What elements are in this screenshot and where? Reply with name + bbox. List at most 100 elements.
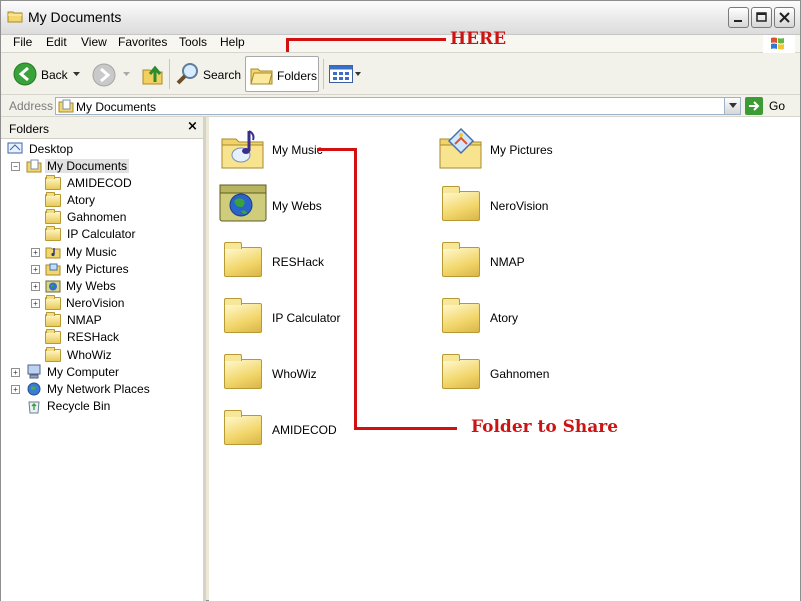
item-label: IP Calculator — [272, 311, 341, 325]
folder-item-my-webs[interactable]: My Webs — [219, 181, 419, 229]
folder-item-ip-calculator[interactable]: IP Calculator — [219, 293, 419, 341]
tree-item-label: Gahnomen — [67, 210, 127, 224]
music-folder-icon — [221, 130, 264, 169]
folder-icon — [442, 354, 480, 389]
go-button[interactable]: Go — [745, 97, 795, 115]
search-label: Search — [203, 68, 242, 82]
windows-logo — [763, 35, 795, 53]
tree-item-label: My Computer — [47, 365, 120, 379]
menu-tools-label: Tools — [179, 35, 208, 49]
webs-folder-icon — [45, 280, 61, 293]
address-bar: Address My Documents Go — [1, 95, 800, 117]
here-pointer-line — [286, 38, 446, 41]
share-pointer-line — [354, 427, 457, 430]
expand-icon[interactable]: + — [31, 299, 40, 308]
desktop-icon — [7, 142, 23, 154]
menu-edit[interactable]: Edit — [46, 35, 67, 51]
folder-item-reshack[interactable]: RESHack — [219, 237, 419, 285]
back-arrow-icon — [13, 62, 37, 86]
forward-button[interactable] — [91, 56, 135, 92]
my-documents-icon — [26, 159, 42, 173]
webs-folder-icon — [219, 184, 267, 222]
my-computer-icon — [27, 364, 41, 379]
close-button[interactable] — [774, 7, 795, 28]
up-folder-button[interactable] — [139, 56, 165, 92]
folder-icon — [442, 242, 480, 277]
minimize-icon — [734, 20, 742, 22]
menu-help-label: Help — [220, 35, 245, 49]
network-places-icon — [27, 382, 41, 396]
folder-icon — [224, 298, 262, 333]
tree-item-label: My Pictures — [66, 262, 129, 276]
menu-tools[interactable]: Tools — [179, 35, 207, 51]
address-input[interactable]: My Documents — [55, 97, 741, 115]
folders-pane-title: Folders — [9, 122, 50, 136]
tree-item-label: WhoWiz — [67, 348, 112, 362]
folder-item-nmap[interactable]: NMAP — [437, 237, 637, 285]
item-label: WhoWiz — [272, 367, 317, 381]
close-icon — [779, 12, 790, 23]
folder-icon — [45, 175, 61, 190]
tree-item-label: NeroVision — [66, 296, 125, 310]
address-dropdown-button[interactable] — [724, 98, 740, 114]
item-label: Gahnomen — [490, 367, 550, 381]
maximize-icon — [756, 12, 767, 22]
chevron-down-icon — [123, 72, 130, 76]
explorer-window: My Documents File Edit View Favorites To… — [0, 0, 801, 601]
tree-item-label: AMIDECOD — [67, 176, 132, 190]
tree-item-label: My Network Places — [47, 382, 150, 396]
go-arrow-icon — [745, 97, 763, 115]
tree-item-label: My Music — [66, 245, 117, 259]
menu-favorites[interactable]: Favorites — [118, 35, 167, 51]
maximize-button[interactable] — [751, 7, 772, 28]
folder-item-gahnomen[interactable]: Gahnomen — [437, 349, 637, 397]
expand-icon[interactable]: + — [11, 368, 20, 377]
menu-view[interactable]: View — [81, 35, 107, 51]
folder-icon — [442, 186, 480, 221]
address-value: My Documents — [76, 100, 157, 114]
folders-pane-header: Folders × — [1, 117, 203, 139]
folder-icon — [45, 226, 61, 241]
folder-icon — [45, 312, 61, 327]
tree-item-label: NMAP — [67, 313, 102, 327]
expand-icon[interactable]: + — [31, 248, 40, 257]
chevron-down-icon — [355, 72, 361, 76]
menu-file[interactable]: File — [13, 35, 32, 51]
tree-item-label: Recycle Bin — [47, 399, 111, 413]
share-pointer-line — [317, 148, 356, 151]
expand-icon[interactable]: + — [31, 265, 40, 274]
folders-button[interactable]: Folders — [245, 56, 319, 92]
folder-item-my-pictures[interactable]: My Pictures — [437, 125, 637, 173]
content-pane: My Music My Pictures My Webs NeroVision … — [209, 117, 800, 601]
minimize-button[interactable] — [728, 7, 749, 28]
folder-icon — [45, 295, 61, 310]
collapse-icon[interactable]: − — [11, 162, 20, 171]
forward-arrow-icon — [92, 63, 116, 87]
item-label: My Webs — [272, 199, 322, 213]
folders-pane-close-button[interactable]: × — [187, 119, 198, 134]
folder-icon — [45, 329, 61, 344]
folder-item-atory[interactable]: Atory — [437, 293, 637, 341]
folder-icon — [224, 354, 262, 389]
share-pointer-line — [354, 148, 357, 430]
item-label: NMAP — [490, 255, 525, 269]
back-button[interactable]: Back — [11, 56, 83, 92]
folders-label: Folders — [277, 69, 318, 83]
window-title: My Documents — [28, 9, 122, 25]
standard-toolbar: Back Search Folders — [1, 53, 800, 95]
menu-help[interactable]: Help — [220, 35, 245, 51]
tree-item-label: My Documents — [45, 159, 130, 173]
item-label: RESHack — [272, 255, 325, 269]
search-button[interactable]: Search — [175, 56, 241, 92]
expand-icon[interactable]: + — [11, 385, 20, 394]
folder-icon — [224, 242, 262, 277]
folder-item-whowiz[interactable]: WhoWiz — [219, 349, 419, 397]
views-button[interactable] — [327, 56, 363, 92]
expand-icon[interactable]: + — [31, 282, 40, 291]
folder-to-share-annotation: Folder to Share — [471, 417, 619, 437]
toolbar-separator — [169, 59, 170, 89]
folder-item-nerovision[interactable]: NeroVision — [437, 181, 637, 229]
menu-favorites-label: Favorites — [118, 35, 168, 49]
back-label: Back — [41, 68, 68, 82]
address-label: Address — [9, 99, 54, 113]
